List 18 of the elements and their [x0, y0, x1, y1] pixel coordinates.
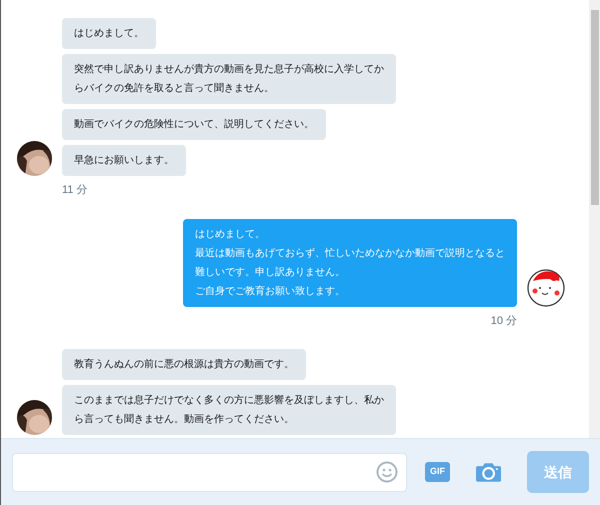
message-bubble: 動画でバイクの危険性について、説明してください。 — [62, 109, 326, 140]
message-line: 最近は動画もあげておらず、忙しいためなかなか動画で説明となると難しいです。申し訳ありません。 — [195, 246, 505, 280]
message-bubble: このままでは息子だけでなく多くの方に悪影響を及ぼしますし、私から言っても聞きません。動画を作ってください。 — [62, 385, 396, 435]
gif-button[interactable]: GIF — [425, 462, 450, 482]
message-bubble: はじめまして。 — [62, 18, 156, 49]
scrollbar[interactable] — [589, 0, 600, 438]
cartoon-face-icon — [527, 268, 565, 306]
message-line: ご自身でご教育お願い致します。 — [195, 284, 346, 298]
timestamp: 10 分 — [490, 314, 517, 328]
camera-icon[interactable] — [476, 461, 501, 483]
message-input[interactable] — [12, 452, 408, 492]
message-bubble: 教育うんぬんの前に悪の根源は貴方の動画です。 — [62, 349, 306, 380]
timestamp: 11 分 — [62, 183, 88, 198]
emoji-icon[interactable] — [376, 461, 398, 483]
message-line: はじめまして。 — [195, 228, 266, 242]
message-bubble: 早急にお願いします。 — [62, 145, 186, 176]
scrollbar-thumb[interactable] — [591, 10, 599, 205]
message-bubble: 突然で申し訳ありませんが貴方の動画を見た息子が高校に入学してからバイクの免許を取ると言って聞きません。 — [62, 54, 396, 104]
